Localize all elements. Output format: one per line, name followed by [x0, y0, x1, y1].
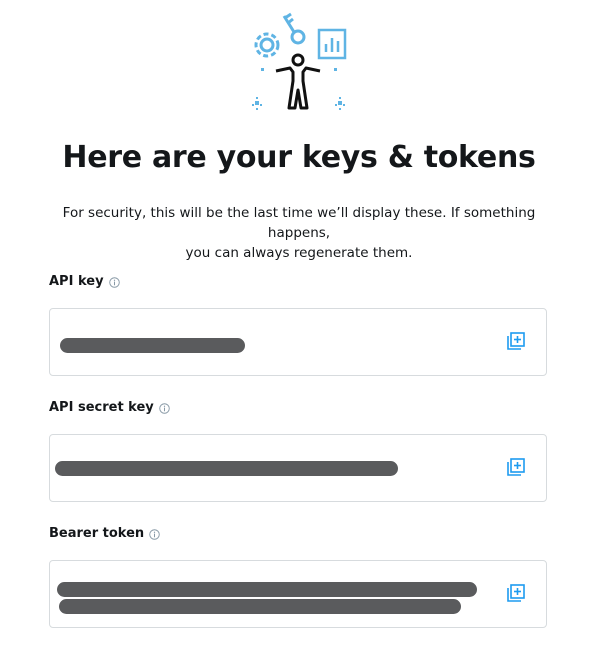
keys-illustration-icon: [252, 12, 347, 110]
api-secret-key-label: API secret key: [49, 400, 170, 415]
copy-icon[interactable]: [505, 330, 527, 352]
page-title: Here are your keys & tokens: [62, 140, 536, 175]
gear-icon: [254, 32, 280, 58]
bearer-token-redacted-value-line-1: [57, 582, 477, 597]
bearer-token-field[interactable]: [49, 560, 547, 628]
api-key-label: API key: [49, 274, 120, 289]
bearer-token-label-text: Bearer token: [49, 526, 145, 541]
copy-icon[interactable]: [505, 456, 527, 478]
info-icon[interactable]: [159, 403, 170, 414]
api-secret-key-field[interactable]: [49, 434, 547, 502]
api-key-redacted-value: [60, 338, 245, 353]
bearer-token-redacted-value-line-2: [59, 599, 461, 614]
info-icon[interactable]: [108, 277, 120, 288]
subtitle-line-1: For security, this will be the last time…: [62, 205, 536, 241]
api-secret-key-redacted-value: [55, 461, 398, 476]
info-icon[interactable]: [149, 529, 160, 540]
key-icon: [282, 12, 306, 45]
subtitle-line-2: you can always regenerate them.: [185, 245, 413, 261]
api-key-field[interactable]: [49, 308, 547, 376]
bar-chart-icon: [317, 28, 347, 60]
copy-icon[interactable]: [505, 582, 527, 604]
api-secret-key-label-text: API secret key: [49, 400, 154, 415]
person-icon: [275, 53, 321, 110]
api-key-label-text: API key: [49, 274, 104, 289]
bearer-token-label: Bearer token: [49, 526, 160, 541]
page-subtitle: For security, this will be the last time…: [40, 203, 558, 263]
